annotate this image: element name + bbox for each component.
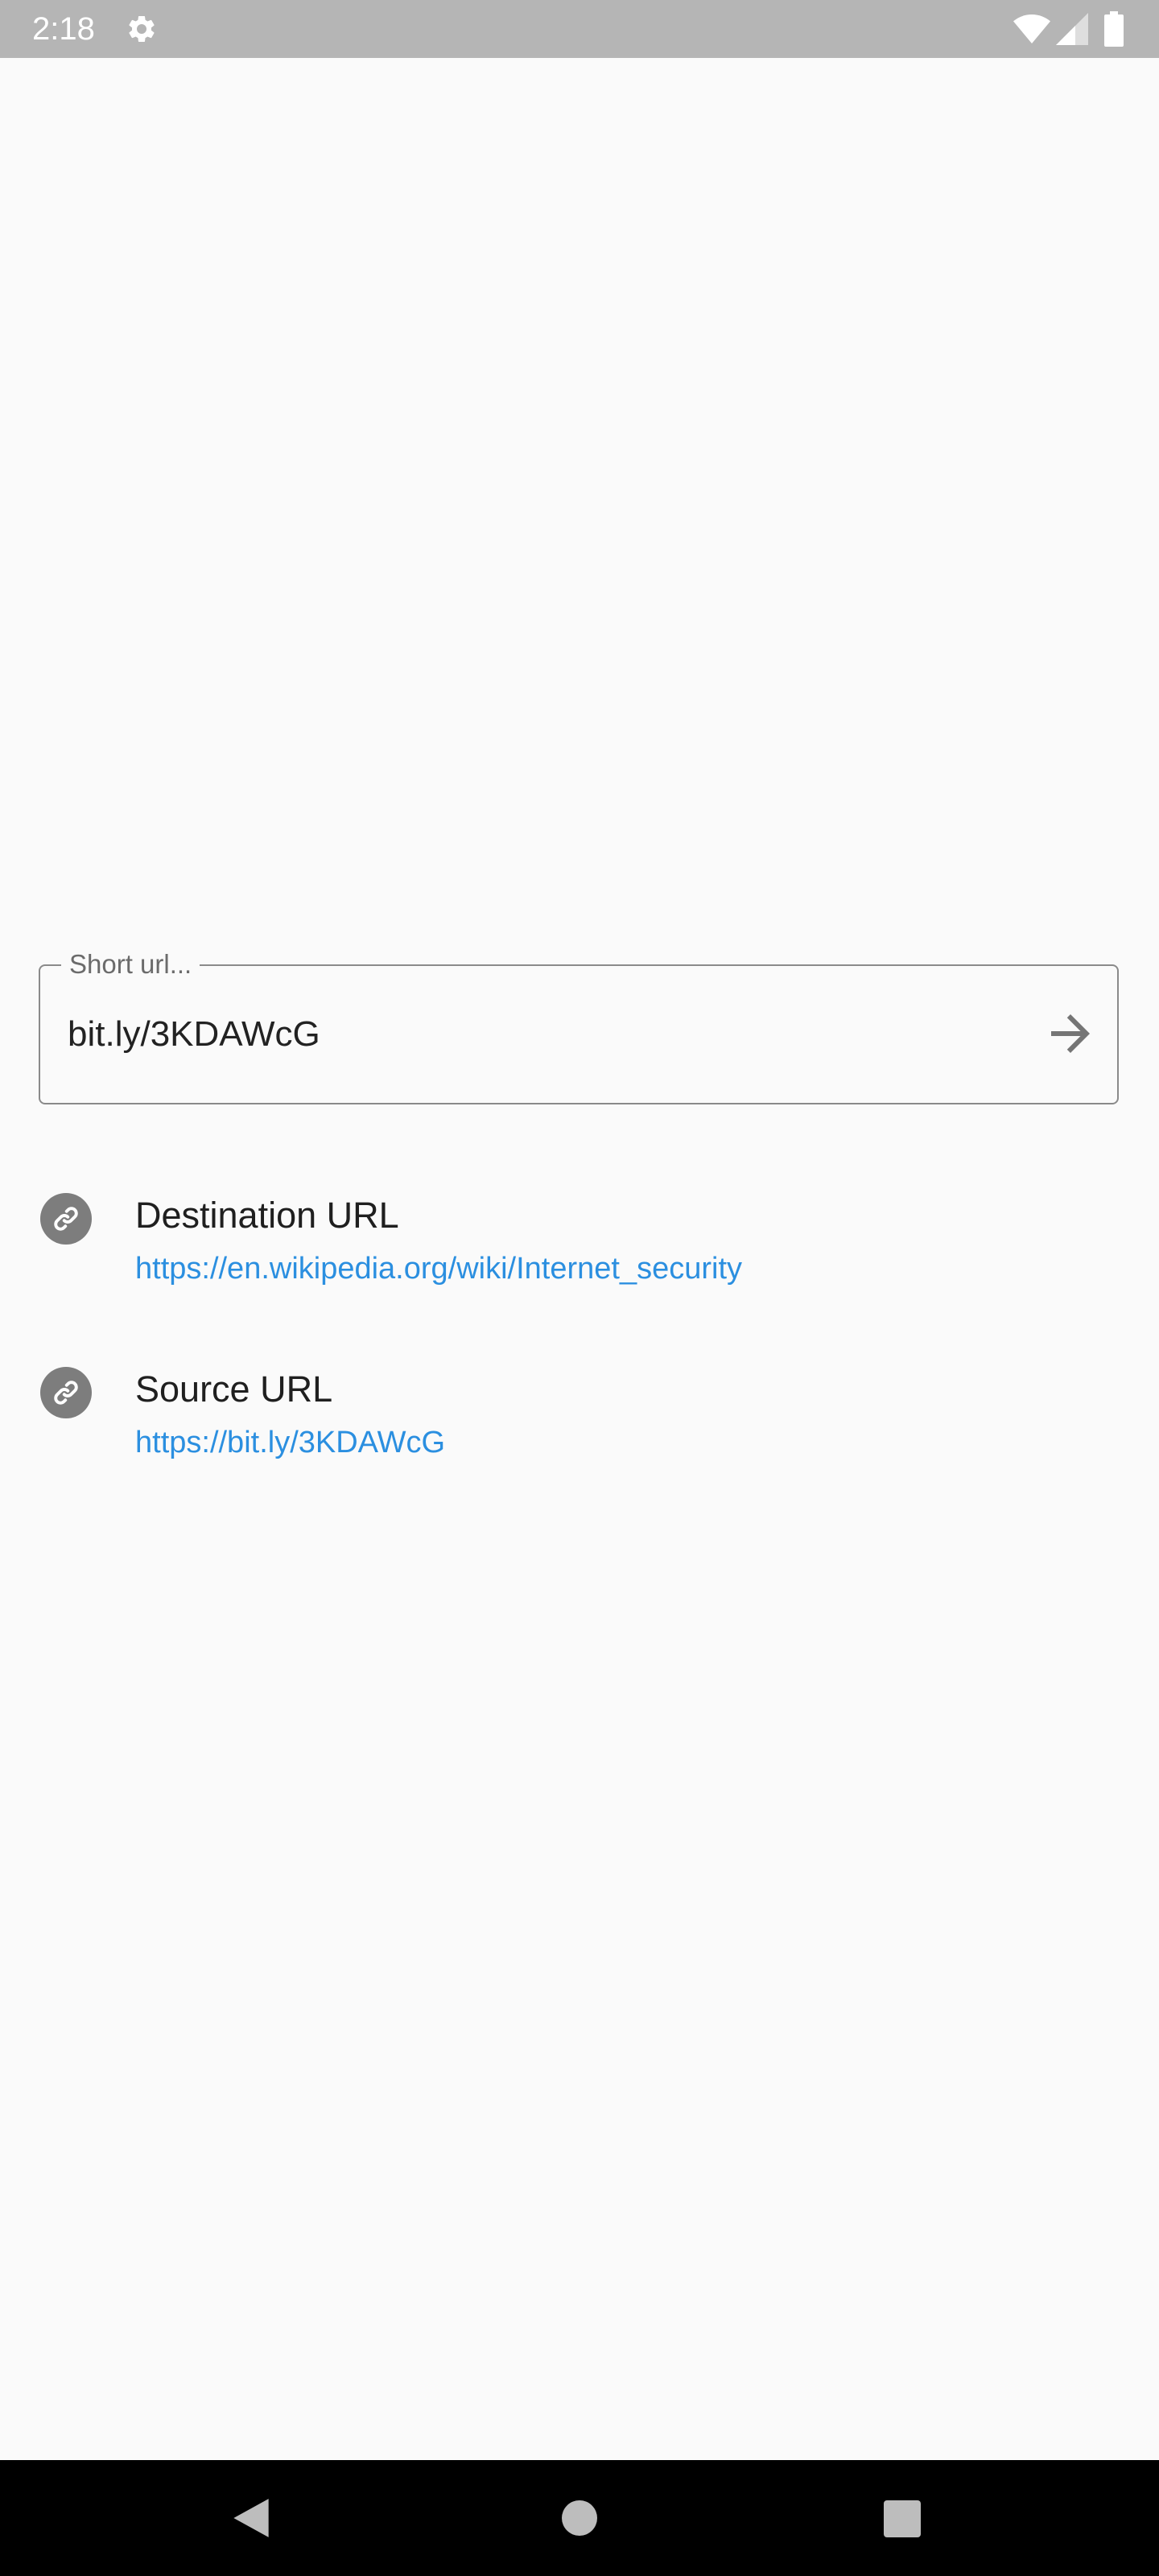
settings-icon	[129, 15, 155, 42]
link-icon	[40, 1367, 92, 1418]
destination-url-title: Destination URL	[135, 1195, 399, 1236]
short-url-input[interactable]	[68, 1008, 985, 1061]
back-icon[interactable]	[230, 2497, 272, 2539]
source-url-item: Source URL https://bit.ly/3KDAWcG	[0, 1357, 1159, 1486]
destination-url-item: Destination URL https://en.wikipedia.org…	[0, 1183, 1159, 1312]
short-url-field[interactable]: Short url...	[39, 945, 1119, 1104]
source-url-title: Source URL	[135, 1368, 333, 1410]
status-bar: 2:18	[0, 0, 1159, 58]
arrow-forward-icon[interactable]	[1041, 1005, 1099, 1063]
cell-signal-icon	[1056, 13, 1088, 45]
source-url-link[interactable]: https://bit.ly/3KDAWcG	[135, 1423, 445, 1462]
recents-icon[interactable]	[884, 2500, 921, 2537]
short-url-label: Short url...	[61, 945, 200, 984]
wifi-icon	[1013, 14, 1050, 43]
battery-icon	[1104, 11, 1124, 47]
destination-url-link[interactable]: https://en.wikipedia.org/wiki/Internet_s…	[135, 1249, 742, 1288]
status-time: 2:18	[32, 11, 95, 47]
link-icon	[40, 1193, 92, 1245]
home-icon[interactable]	[562, 2500, 597, 2536]
navigation-bar	[0, 2460, 1159, 2576]
